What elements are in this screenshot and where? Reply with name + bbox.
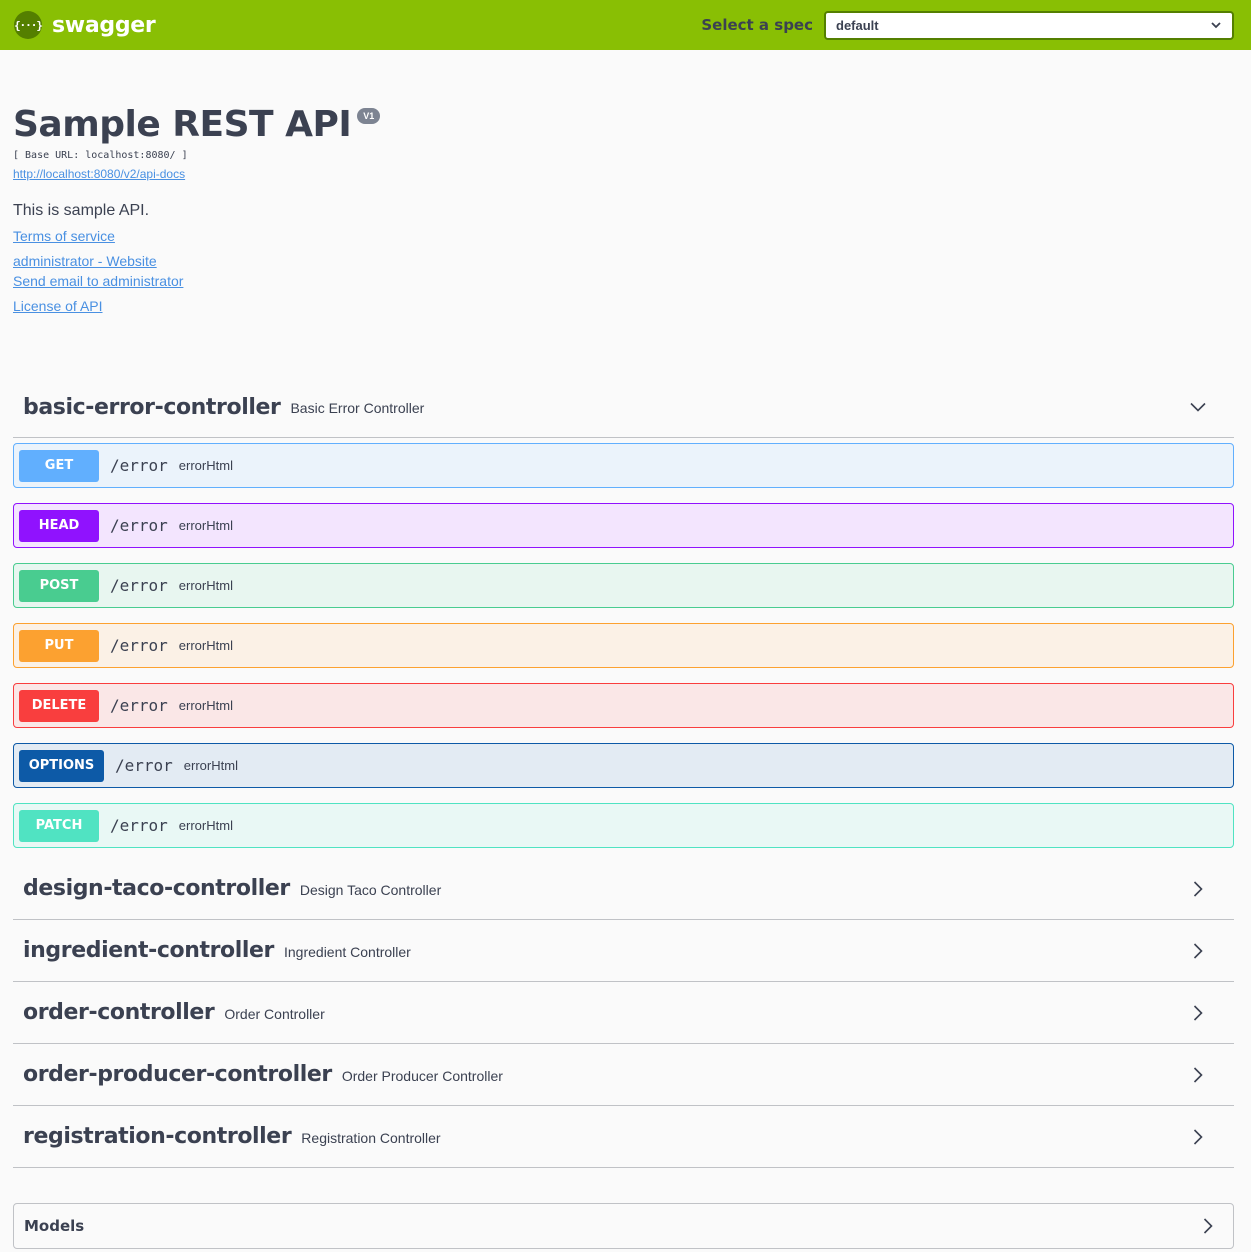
- operation-options-error[interactable]: OPTIONS /error errorHtml: [13, 743, 1234, 788]
- operation-summary: errorHtml: [183, 758, 238, 773]
- method-badge-get: GET: [19, 449, 99, 482]
- controller-ingredient-controller[interactable]: ingredient-controller Ingredient Control…: [13, 920, 1234, 982]
- operation-summary: errorHtml: [178, 638, 233, 653]
- controller-name: registration-controller: [23, 1124, 292, 1149]
- models-label: Models: [24, 1217, 85, 1235]
- operation-path: /error: [110, 576, 168, 595]
- api-info: Sample REST API V1 [ Base URL: localhost…: [13, 104, 381, 314]
- operation-summary: errorHtml: [178, 458, 233, 473]
- swagger-logo[interactable]: {···} swagger: [14, 11, 156, 39]
- swagger-logo-icon: {···}: [14, 11, 43, 39]
- operation-summary: errorHtml: [178, 818, 233, 833]
- page-title: Sample REST API: [13, 104, 352, 145]
- operation-get-error[interactable]: GET /error errorHtml: [13, 443, 1234, 488]
- spec-selector: Select a spec default: [701, 10, 1234, 40]
- method-badge-patch: PATCH: [19, 809, 99, 842]
- terms-of-service-link[interactable]: Terms of service: [13, 228, 380, 244]
- method-badge-delete: DELETE: [19, 689, 99, 722]
- controller-description: Ingredient Controller: [284, 943, 411, 960]
- chevron-right-icon[interactable]: [1199, 1217, 1217, 1235]
- method-badge-put: PUT: [19, 629, 99, 662]
- chevron-down-icon: [1211, 22, 1221, 29]
- operation-summary: errorHtml: [178, 518, 233, 533]
- controller-order-controller[interactable]: order-controller Order Controller: [13, 982, 1234, 1044]
- operation-path: /error: [110, 636, 168, 655]
- controller-name: order-producer-controller: [23, 1062, 332, 1087]
- chevron-right-icon[interactable]: [1189, 1128, 1207, 1146]
- operation-summary: errorHtml: [178, 578, 233, 593]
- api-description: This is sample API.: [13, 202, 150, 219]
- controller-registration-controller[interactable]: registration-controller Registration Con…: [13, 1106, 1234, 1168]
- operation-path: /error: [115, 756, 173, 775]
- administrator-website-link[interactable]: administrator - Website: [13, 253, 380, 269]
- swagger-logo-text: swagger: [52, 12, 156, 38]
- method-badge-post: POST: [19, 569, 99, 602]
- operation-path: /error: [110, 696, 168, 715]
- send-email-link[interactable]: Send email to administrator: [13, 273, 380, 289]
- controller-order-producer-controller[interactable]: order-producer-controller Order Producer…: [13, 1044, 1234, 1106]
- spec-select[interactable]: default: [824, 10, 1234, 40]
- controller-design-taco-controller[interactable]: design-taco-controller Design Taco Contr…: [13, 858, 1234, 920]
- version-badge: V1: [357, 108, 381, 124]
- controller-basic-error-controller[interactable]: basic-error-controller Basic Error Contr…: [13, 377, 1234, 438]
- controller-description: Registration Controller: [301, 1129, 441, 1146]
- operation-post-error[interactable]: POST /error errorHtml: [13, 563, 1234, 608]
- chevron-down-icon[interactable]: [1189, 398, 1207, 416]
- operation-summary: errorHtml: [178, 698, 233, 713]
- models-section[interactable]: Models: [13, 1203, 1234, 1249]
- license-link[interactable]: License of API: [13, 298, 380, 314]
- operation-put-error[interactable]: PUT /error errorHtml: [13, 623, 1234, 668]
- controller-description: Order Controller: [224, 1005, 325, 1022]
- operation-delete-error[interactable]: DELETE /error errorHtml: [13, 683, 1234, 728]
- spec-select-value: default: [836, 17, 879, 33]
- base-url: [ Base URL: localhost:8080/ ]: [13, 150, 188, 161]
- controller-name: order-controller: [23, 1000, 215, 1025]
- spec-label: Select a spec: [701, 16, 813, 34]
- chevron-right-icon[interactable]: [1189, 1004, 1207, 1022]
- api-docs-link[interactable]: http://localhost:8080/v2/api-docs: [13, 167, 380, 181]
- method-badge-options: OPTIONS: [19, 749, 104, 782]
- operation-path: /error: [110, 816, 168, 835]
- controller-description: Design Taco Controller: [299, 881, 442, 898]
- operation-head-error[interactable]: HEAD /error errorHtml: [13, 503, 1234, 548]
- operation-patch-error[interactable]: PATCH /error errorHtml: [13, 803, 1234, 848]
- controller-name: ingredient-controller: [23, 938, 274, 963]
- controller-description: Basic Error Controller: [290, 400, 425, 416]
- chevron-right-icon[interactable]: [1189, 1066, 1207, 1084]
- operation-path: /error: [110, 516, 168, 535]
- chevron-right-icon[interactable]: [1189, 942, 1207, 960]
- chevron-right-icon[interactable]: [1189, 880, 1207, 898]
- method-badge-head: HEAD: [19, 509, 99, 542]
- controller-name: basic-error-controller: [23, 394, 281, 420]
- top-bar: {···} swagger Select a spec default: [0, 0, 1251, 50]
- controller-name: design-taco-controller: [23, 876, 290, 901]
- operation-path: /error: [110, 456, 168, 475]
- controller-description: Order Producer Controller: [341, 1067, 503, 1084]
